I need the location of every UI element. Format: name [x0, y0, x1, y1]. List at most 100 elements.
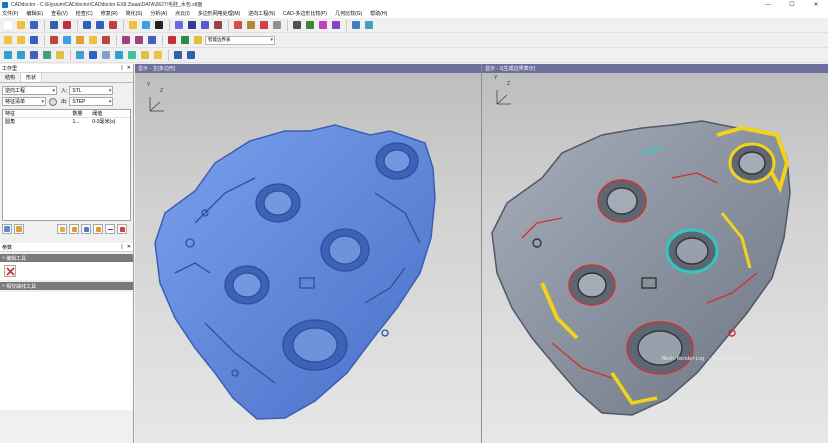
tb2-tool-16-icon[interactable] — [192, 35, 203, 46]
tb3-tool-9-icon[interactable] — [113, 50, 124, 61]
delete-tool-icon[interactable] — [4, 265, 16, 277]
tb1-tool-11-icon[interactable] — [127, 20, 138, 31]
menu-item-12[interactable]: 帮助(H) — [370, 10, 387, 17]
tb1-tool-25-icon[interactable] — [291, 20, 302, 31]
tb1-tool-26-icon[interactable] — [304, 20, 315, 31]
tb2-tool-5-icon[interactable] — [61, 35, 72, 46]
tb1-tool-27-icon[interactable] — [317, 20, 328, 31]
tb3-tool-2-icon[interactable] — [28, 50, 39, 61]
panel-close-icon[interactable]: ✕ — [127, 65, 131, 71]
menu-item-1[interactable]: 编辑(E) — [26, 10, 43, 17]
tb1-tool-8-icon[interactable] — [94, 20, 105, 31]
viewport-polygon[interactable]: 显示 - 主[多边形] Y Z — [135, 64, 481, 443]
menu-item-0[interactable]: 文件(F) — [2, 10, 18, 17]
tb2-tool-0-icon[interactable] — [2, 35, 13, 46]
tb1-glyph-17-icon — [200, 21, 209, 29]
menu-item-10[interactable]: CAD-多边形比较(P) — [283, 10, 327, 17]
tb1-tool-16-icon[interactable] — [186, 20, 197, 31]
minus-icon[interactable] — [105, 224, 115, 234]
lock-icon[interactable] — [57, 224, 67, 234]
tb3-tool-8-icon[interactable] — [100, 50, 111, 61]
tb1-tool-22-icon[interactable] — [258, 20, 269, 31]
tb2-tool-8-icon[interactable] — [100, 35, 111, 46]
tb3-tool-15-icon[interactable] — [185, 50, 196, 61]
tb1-tool-30-icon[interactable] — [350, 20, 361, 31]
feature-list-select[interactable]: 特征清单 — [2, 97, 46, 106]
tb1-tool-12-icon[interactable] — [140, 20, 151, 31]
table-row[interactable]: 圆角 1... 0-3毫米(s) — [3, 118, 130, 126]
tb2-tool-10-icon[interactable] — [120, 35, 131, 46]
tb3-tool-6-icon[interactable] — [74, 50, 85, 61]
tb1-tool-28-icon[interactable] — [330, 20, 341, 31]
edit-icon[interactable] — [14, 224, 24, 234]
tb1-tool-7-icon[interactable] — [81, 20, 92, 31]
tb1-tool-23-icon[interactable] — [271, 20, 282, 31]
menu-item-3[interactable]: 检查(C) — [76, 10, 93, 17]
parameters-pin-icon[interactable]: ❘ — [120, 244, 124, 250]
find-icon[interactable] — [2, 224, 12, 234]
tb1-tool-4-icon[interactable] — [48, 20, 59, 31]
tb3-tool-0-icon[interactable] — [2, 50, 13, 61]
menu-item-4[interactable]: 修复(R) — [101, 10, 118, 17]
tb2-tool-12-icon[interactable] — [146, 35, 157, 46]
toolbar-separator — [162, 34, 163, 46]
workflow-select[interactable]: 逆向工程 — [2, 86, 57, 95]
tb2-tool-1-icon[interactable] — [15, 35, 26, 46]
tb1-tool-15-icon[interactable] — [173, 20, 184, 31]
edit-tools-section[interactable]: » 编辑工具 — [0, 254, 133, 262]
tb1-tool-9-icon[interactable] — [107, 20, 118, 31]
mode-select[interactable]: 智能边界表 — [205, 35, 275, 45]
close-button[interactable]: ✕ — [804, 0, 828, 9]
tb2-tool-15-icon[interactable] — [179, 35, 190, 46]
parameters-title: 参数 — [2, 244, 13, 251]
tb2-tool-7-icon[interactable] — [87, 35, 98, 46]
tb1-glyph-13-icon — [154, 21, 163, 29]
main-toolbar — [0, 18, 828, 33]
tb2-tool-11-icon[interactable] — [133, 35, 144, 46]
tab-shape[interactable]: 形状 — [21, 73, 43, 82]
help-icon[interactable] — [81, 224, 91, 234]
tb3-tool-4-icon[interactable] — [54, 50, 65, 61]
tb2-tool-6-icon[interactable] — [74, 35, 85, 46]
tb3-tool-14-icon[interactable] — [172, 50, 183, 61]
menu-item-7[interactable]: 点云(I) — [175, 10, 190, 17]
tb3-tool-11-icon[interactable] — [139, 50, 150, 61]
menu-item-9[interactable]: 逆向工程(N) — [248, 10, 275, 17]
intersection-tools-section[interactable]: » 相交曲线工具 — [0, 282, 133, 290]
menu-item-6[interactable]: 分析(A) — [150, 10, 167, 17]
tb3-tool-3-icon[interactable] — [41, 50, 52, 61]
menu-item-2[interactable]: 查看(V) — [51, 10, 68, 17]
tb1-tool-0-icon[interactable] — [2, 20, 13, 31]
viewport-boundary[interactable]: 显示 - 1[生成边界表示] Y Z Mesh Rendering - Feat… — [482, 64, 828, 443]
undo-icon[interactable] — [69, 224, 79, 234]
tb3-tool-7-icon[interactable] — [87, 50, 98, 61]
minimize-button[interactable]: — — [756, 0, 780, 9]
redo-icon[interactable] — [93, 224, 103, 234]
menu-item-8[interactable]: 多边形网格处理(M) — [198, 10, 241, 17]
tb1-tool-21-icon[interactable] — [245, 20, 256, 31]
tb1-tool-13-icon[interactable] — [153, 20, 164, 31]
output-format-select[interactable]: STEP — [69, 97, 114, 106]
tb2-tool-14-icon[interactable] — [166, 35, 177, 46]
maximize-button[interactable]: ☐ — [780, 0, 804, 9]
delete-icon[interactable] — [117, 224, 127, 234]
tb1-tool-20-icon[interactable] — [232, 20, 243, 31]
tb3-tool-1-icon[interactable] — [15, 50, 26, 61]
menu-item-5[interactable]: 简化(S) — [126, 10, 143, 17]
input-format-field[interactable]: STL — [69, 86, 114, 95]
tb1-tool-1-icon[interactable] — [15, 20, 26, 31]
tb1-tool-17-icon[interactable] — [199, 20, 210, 31]
tb3-tool-10-icon[interactable] — [126, 50, 137, 61]
tb1-tool-31-icon[interactable] — [363, 20, 374, 31]
tb2-tool-4-icon[interactable] — [48, 35, 59, 46]
tb1-tool-5-icon[interactable] — [61, 20, 72, 31]
tab-structure[interactable]: 结构 — [0, 73, 22, 82]
tb3-tool-12-icon[interactable] — [152, 50, 163, 61]
pin-icon[interactable]: ❘ — [120, 65, 124, 71]
parameters-close-icon[interactable]: ✕ — [127, 244, 131, 250]
tb1-tool-18-icon[interactable] — [212, 20, 223, 31]
menu-item-11[interactable]: 几何比较(G) — [335, 10, 362, 17]
tb1-tool-2-icon[interactable] — [28, 20, 39, 31]
tb2-tool-2-icon[interactable] — [28, 35, 39, 46]
settings-gear-icon[interactable] — [49, 97, 57, 106]
